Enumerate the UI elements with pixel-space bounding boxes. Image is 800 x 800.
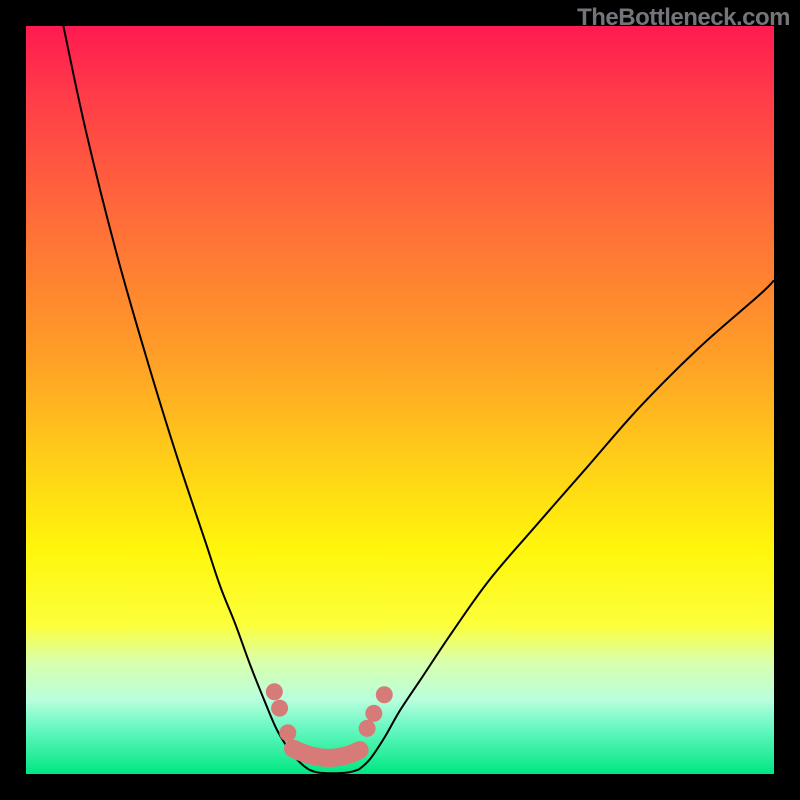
chart-plot-area xyxy=(26,26,774,774)
chart-svg xyxy=(26,26,774,774)
marker-dot xyxy=(266,683,283,700)
marker-dot xyxy=(376,686,393,703)
marker-dot xyxy=(359,720,376,737)
left-curve xyxy=(63,26,308,770)
highlight-bar xyxy=(293,749,360,758)
marker-dot xyxy=(279,724,296,741)
marker-dot xyxy=(271,700,288,717)
watermark-text: TheBottleneck.com xyxy=(577,4,790,32)
marker-dot xyxy=(365,705,382,722)
valley-floor xyxy=(309,770,359,774)
highlight-markers xyxy=(266,683,393,741)
chart-frame: TheBottleneck.com xyxy=(0,0,800,800)
right-curve xyxy=(359,280,774,769)
